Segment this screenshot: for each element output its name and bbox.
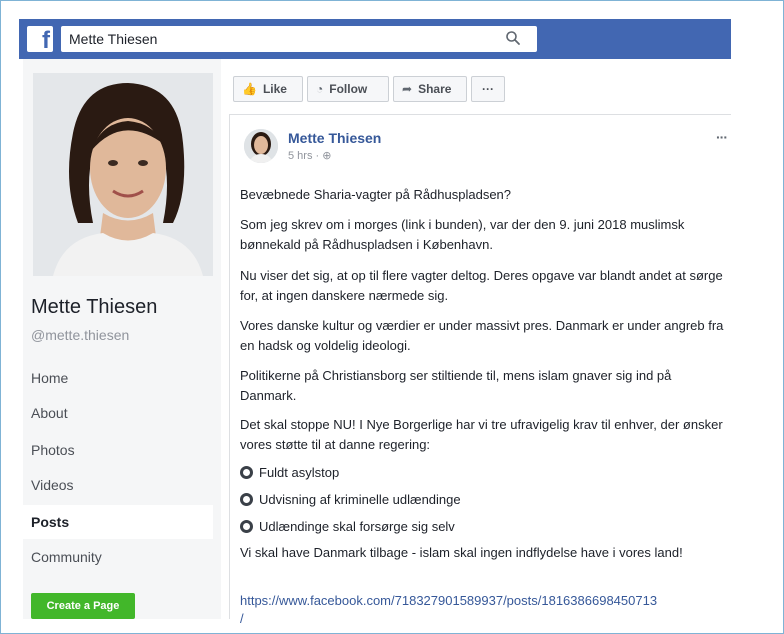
share-label: Share xyxy=(418,82,452,96)
post-options-icon[interactable]: ··· xyxy=(716,129,728,145)
left-sidebar: Mette Thiesen @mette.thiesen Home About … xyxy=(23,59,221,619)
ring-bullet-icon xyxy=(240,520,253,533)
bullet-item: Fuldt asylstop xyxy=(240,463,339,483)
post-paragraph: Politikerne på Christiansborg ser stilti… xyxy=(240,368,672,403)
search-icon[interactable] xyxy=(505,30,521,46)
page-name: Mette Thiesen xyxy=(31,296,158,318)
post-paragraph: Nu viser det sig, at op til flere vagter… xyxy=(240,268,723,303)
ring-bullet-icon xyxy=(240,466,253,479)
post-paragraph: Bevæbnede Sharia-vagter på Rådhuspladsen… xyxy=(240,187,512,202)
nav-item-posts[interactable]: Posts xyxy=(23,505,213,539)
page-action-bar: 👍 Like ◔ Follow ➦ Share ··· xyxy=(233,71,509,107)
post-closing-line: Vi skal have Danmark tilbage - islam ska… xyxy=(240,545,683,560)
facebook-page-screenshot: f Mette Thiesen Mette Thiesen @mette.thi… xyxy=(0,0,784,634)
like-button[interactable]: 👍 Like xyxy=(233,76,303,102)
nav-item-photos[interactable]: Photos xyxy=(31,442,75,458)
post-time[interactable]: 5 hrs · xyxy=(288,150,319,162)
bullet-item: Udlændinge skal forsørge sig selv xyxy=(240,517,455,537)
nav-item-community[interactable]: Community xyxy=(31,549,102,565)
post-paragraph: Som jeg skrev om i morges (link i bunden… xyxy=(240,217,685,252)
post-author-name[interactable]: Mette Thiesen xyxy=(288,130,381,146)
facebook-logo-icon[interactable]: f xyxy=(27,26,53,54)
ring-bullet-icon xyxy=(240,493,253,506)
share-arrow-icon: ➦ xyxy=(402,82,413,96)
thumbs-up-icon: 👍 xyxy=(242,82,257,96)
nav-item-home[interactable]: Home xyxy=(31,370,68,386)
bullet-item: Udvisning af kriminelle udlændinge xyxy=(240,490,461,510)
nav-item-posts-label: Posts xyxy=(31,514,70,530)
post-link-tail[interactable]: / xyxy=(240,609,730,629)
post-meta: 5 hrs · ⊕ xyxy=(288,149,331,162)
post-link[interactable]: https://www.facebook.com/718327901589937… xyxy=(240,591,730,611)
bullet-text: Fuldt asylstop xyxy=(259,465,340,480)
share-button[interactable]: ➦ Share xyxy=(393,76,467,102)
follow-label: Follow xyxy=(329,82,368,96)
globe-icon: ⊕ xyxy=(322,150,332,162)
follow-button[interactable]: ◔ Follow xyxy=(307,76,389,102)
profile-photo-illustration xyxy=(33,73,213,276)
bullet-text: Udvisning af kriminelle udlændinge xyxy=(259,492,461,507)
post-card: Mette Thiesen 5 hrs · ⊕ ··· Bevæbnede Sh… xyxy=(229,114,731,626)
search-box[interactable]: Mette Thiesen xyxy=(61,26,537,52)
bullet-text: Udlændinge skal forsørge sig selv xyxy=(259,519,455,534)
create-page-button[interactable]: Create a Page xyxy=(31,593,135,619)
more-options-button[interactable]: ··· xyxy=(471,76,505,102)
like-label: Like xyxy=(262,82,287,96)
search-input[interactable]: Mette Thiesen xyxy=(69,31,157,47)
author-avatar[interactable] xyxy=(244,129,278,163)
post-paragraph: Det skal stoppe NU! I Nye Borgerlige har… xyxy=(240,417,723,452)
post-paragraph: Vores danske kultur og værdier er under … xyxy=(240,318,724,353)
nav-item-videos[interactable]: Videos xyxy=(31,477,74,493)
page-handle[interactable]: @mette.thiesen xyxy=(31,327,129,343)
nav-item-about[interactable]: About xyxy=(31,405,68,421)
rss-icon: ◔ xyxy=(316,82,324,96)
profile-picture[interactable] xyxy=(33,73,213,276)
top-navigation-bar: f Mette Thiesen xyxy=(19,19,731,59)
avatar-illustration xyxy=(244,129,278,163)
